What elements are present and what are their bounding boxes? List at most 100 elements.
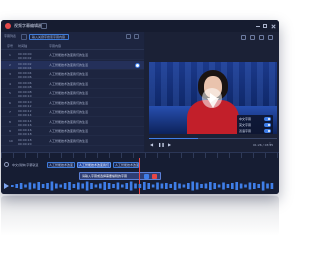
subtitle-clip-active[interactable]: 人工智能技术改变我们 [77,162,111,168]
settings-icon[interactable] [268,35,273,40]
waveform-bar [147,183,151,189]
row-index: 7 [9,110,11,114]
audio-waveform[interactable] [11,181,275,191]
fullscreen-icon[interactable]: ⛶ [269,142,271,147]
waveform-bar [129,181,133,191]
waveform-bar [156,182,159,190]
waveform-bar [11,185,14,187]
waveform-bar [138,184,142,188]
table-row[interactable]: 5 00:00:08 00:00:10 人工智能技术改变我们的生活 [1,89,144,98]
confirm-icon[interactable] [144,174,149,179]
waveform-bar [41,184,45,188]
table-row[interactable]: 4 00:00:06 00:00:08 人工智能技术改变我们的生活 [1,80,144,89]
waveform-bar [63,183,67,189]
delete-icon[interactable] [152,174,157,179]
waveform-bar [143,182,146,190]
time-ruler[interactable] [1,153,279,158]
waveform-bar [239,183,243,189]
waveform-bar [125,183,129,189]
pause-icon[interactable]: ❚❚ [158,142,165,147]
app-window: 视频字幕编辑器 字幕列表 输入关键字搜索字幕内容 序号 时间轴 字幕内容 1 00… [1,20,279,194]
screenshot-icon[interactable] [241,35,246,40]
subtitle-list-pane: 字幕列表 输入关键字搜索字幕内容 序号 时间轴 字幕内容 1 00:00:00 00… [1,32,144,152]
table-row[interactable]: 7 00:00:12 00:00:14 人工智能技术改变我们的生活 [1,108,144,117]
search-input[interactable]: 输入关键字搜索字幕内容 [29,34,69,40]
menu-item-bi[interactable]: 双语字幕 [239,129,251,133]
close-icon[interactable] [271,24,275,28]
row-subtitle-text: 人工智能技术改变我们的生活 [49,119,89,124]
table-row[interactable]: 10 00:00:18 00:00:20 人工智能技术改变我们的生活 [1,137,144,146]
waveform-bar [160,183,164,189]
minimize-icon[interactable] [256,24,260,27]
menu-item-en[interactable]: 英文字幕 [239,123,251,127]
menu-item-zh[interactable]: 中文字幕 [239,117,251,121]
subtitle-edit-input[interactable]: 请输入字幕或选择需要编辑的字幕 [79,172,161,180]
toggle-en[interactable] [264,123,271,127]
waveform-bar [103,182,107,190]
pin-icon[interactable] [41,23,47,29]
app-logo-icon [5,23,11,29]
step-back-icon[interactable]: ◀ [150,142,153,147]
subtitle-clip[interactable]: 人工智能技术改变 [47,162,75,168]
play-icon[interactable] [202,88,222,108]
table-row[interactable]: 1 00:00:00 00:00:02 人工智能技术改变我们的生活 [1,51,144,60]
waveform-bar [55,183,58,189]
step-forward-icon[interactable]: ▶ [168,142,171,147]
eye-icon[interactable] [4,162,9,167]
waveform-bar [116,182,120,190]
filter-icon[interactable] [21,34,27,40]
layout-icon[interactable] [259,35,264,40]
waveform-bar [112,184,115,188]
waveform-bar [257,184,261,188]
row-subtitle-text: 人工智能技术改变我们的生活 [49,129,89,133]
row-index: 6 [9,100,11,105]
row-index: 1 [9,53,11,57]
table-row[interactable]: 8 00:00:14 00:00:16 人工智能技术改变我们的生活 [1,118,144,127]
toggle-bi[interactable] [264,129,271,133]
video-frame[interactable]: 中文字幕 英文字幕 双语字幕 [149,62,277,134]
waveform-bar [173,182,177,190]
row-index: 9 [9,129,11,133]
waveform-bar [46,183,49,189]
waveform-bar [15,184,19,188]
waveform-bar [204,183,208,189]
toggle-zh[interactable] [264,117,271,121]
row-subtitle-text: 人工智能技术改变我们的生活 [49,81,89,86]
waveform-bar [209,182,212,190]
table-row[interactable]: 6 00:00:10 00:00:12 人工智能技术改变我们的生活 [1,99,144,108]
waveform-bar [266,183,269,189]
row-end-time: 00:00:08 [18,84,32,89]
import-icon[interactable] [126,34,131,39]
table-row[interactable]: 9 00:00:16 00:00:18 人工智能技术改变我们的生活 [1,127,144,136]
waveform-bar [77,182,80,190]
table-row[interactable]: 2 00:00:02 00:00:04 人工智能技术改变我们的生活 [1,60,144,70]
row-end-time: 00:00:14 [18,113,32,117]
selected-radio-icon[interactable] [135,62,140,68]
row-end-time: 00:00:10 [18,94,32,98]
waveform-bar [33,183,36,189]
waveform-bar [50,181,54,191]
waveform-bar [28,182,32,190]
maximize-icon[interactable] [263,24,267,28]
waveform-bar [94,184,98,188]
audio-play-icon[interactable] [4,183,9,189]
subtitle-clip[interactable]: 人工智能技术改变 [113,162,139,168]
window-reflection [1,196,279,236]
header-timeline: 时间轴 [18,44,28,48]
audio-track [1,181,279,191]
waveform-bar [213,183,217,189]
timeline-editor: 中文(简体)字幕轨道 人工智能技术改变 人工智能技术改变我们 人工智能技术改变 … [1,152,279,194]
table-row[interactable]: 3 00:00:04 00:00:06 人工智能技术改变我们的生活 [1,70,144,79]
row-subtitle-text: 人工智能技术改变我们的生活 [49,100,89,105]
waveform-bar [231,183,234,189]
waveform-bar [107,183,111,189]
waveform-bar [178,183,181,189]
list-toolbar-label: 字幕列表 [4,34,17,38]
export-icon[interactable] [134,34,139,39]
waveform-bar [244,184,247,188]
waveform-bar [253,183,256,189]
crop-icon[interactable] [250,35,255,40]
waveform-bar [187,183,190,189]
video-progress-bar[interactable] [149,138,277,139]
row-index: 2 [9,62,11,67]
